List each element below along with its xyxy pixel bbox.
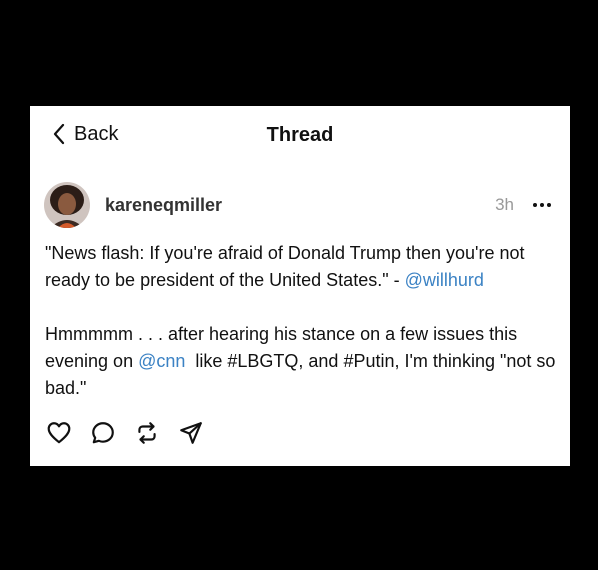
- mention-link[interactable]: @willhurd: [405, 270, 484, 290]
- post-header: kareneqmiller 3h: [44, 182, 556, 228]
- thread-header: Back Thread: [30, 106, 570, 164]
- post-paragraph: "News flash: If you're afraid of Donald …: [45, 240, 560, 294]
- comment-icon: [92, 422, 114, 444]
- mention-link[interactable]: @cnn: [138, 351, 185, 371]
- more-dot-icon: [547, 203, 551, 207]
- comment-button[interactable]: [89, 419, 117, 447]
- post-actions: [45, 419, 221, 447]
- timestamp: 3h: [495, 195, 514, 214]
- more-options-button[interactable]: [528, 195, 556, 215]
- post-paragraph: Hmmmmm . . . after hearing his stance on…: [45, 321, 560, 402]
- more-dot-icon: [533, 203, 537, 207]
- thread-card: Back Thread kareneqmiller 3h "News flash…: [30, 106, 570, 466]
- share-icon: [180, 422, 202, 444]
- more-dot-icon: [540, 203, 544, 207]
- avatar[interactable]: [44, 182, 90, 228]
- like-button[interactable]: [45, 419, 73, 447]
- repost-icon: [138, 422, 156, 444]
- heart-icon: [47, 422, 71, 444]
- page-title: Thread: [266, 124, 334, 146]
- post-text: "News flash: If you're afraid of Donald …: [45, 240, 560, 402]
- username[interactable]: kareneqmiller: [105, 194, 222, 216]
- repost-button[interactable]: [133, 419, 161, 447]
- share-button[interactable]: [177, 419, 205, 447]
